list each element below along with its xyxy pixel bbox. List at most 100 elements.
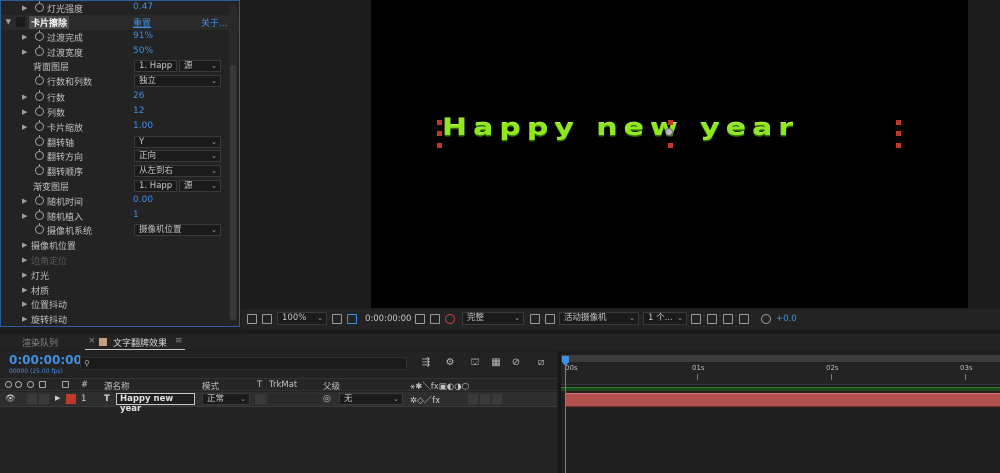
- fx-row-random-seed[interactable]: ▶ 随机植入 1: [1, 209, 227, 224]
- layer-name-field[interactable]: Happy new year: [116, 393, 195, 414]
- fx-row-camera-position[interactable]: ▶ 摄像机位置: [1, 238, 227, 253]
- camera-dropdown[interactable]: 活动摄像机 ⌄: [559, 312, 639, 325]
- fx-value[interactable]: 0.47: [133, 2, 153, 12]
- layer-label-color[interactable]: [66, 394, 76, 404]
- blend-mode-dropdown[interactable]: 正常 ⌄: [202, 393, 250, 405]
- grid-icon[interactable]: [332, 314, 342, 324]
- stopwatch-icon[interactable]: [35, 149, 44, 160]
- fx-row-position-jitter[interactable]: ▶ 位置抖动: [1, 297, 227, 312]
- graph-editor-icon[interactable]: ⧄: [535, 357, 547, 369]
- audio-icon[interactable]: [15, 381, 22, 388]
- twirl-icon[interactable]: ▶: [22, 300, 27, 308]
- gradient-layer-dropdown[interactable]: 1. Happ ⌄: [134, 180, 177, 192]
- fx-row-flip-direction[interactable]: 翻转方向 正向 ⌄: [1, 149, 227, 164]
- fx-row-card-scale[interactable]: ▶ 卡片缩放 1.00: [1, 120, 227, 135]
- fx-value[interactable]: 1.00: [133, 121, 153, 131]
- stopwatch-icon[interactable]: [35, 74, 44, 85]
- column-mode[interactable]: 模式: [202, 380, 219, 392]
- mask-visibility-icon[interactable]: [347, 314, 357, 324]
- layout-icon[interactable]: [691, 314, 701, 324]
- exposure-value[interactable]: +0.0: [776, 313, 797, 325]
- twirl-icon[interactable]: ▶: [22, 271, 27, 279]
- tab-render-queue[interactable]: 渲染队列: [22, 336, 58, 349]
- fx-row-lighting[interactable]: ▶ 灯光: [1, 268, 227, 283]
- transform-handle[interactable]: [437, 120, 442, 125]
- twirl-icon[interactable]: ▶: [22, 315, 27, 323]
- viewer-timecode[interactable]: 0:00:00:00: [365, 313, 411, 325]
- tab-close-icon[interactable]: ×: [88, 336, 96, 346]
- stopwatch-icon[interactable]: [35, 164, 44, 175]
- fx-row-transition-completion[interactable]: ▶ 过渡完成 91%: [1, 30, 227, 45]
- switch-box[interactable]: [492, 394, 502, 404]
- fx-row-flip-axis[interactable]: 翻转轴 Y ⌄: [1, 135, 227, 150]
- twirl-icon[interactable]: ▶: [22, 123, 27, 131]
- fx-value[interactable]: 1: [133, 210, 139, 220]
- fx-row-flip-order[interactable]: 翻转顺序 从左到右 ⌄: [1, 164, 227, 179]
- flip-direction-dropdown[interactable]: 正向 ⌄: [134, 150, 221, 162]
- always-preview-icon[interactable]: [247, 314, 257, 324]
- toggle-3d-icon[interactable]: [707, 314, 717, 324]
- search-input[interactable]: ⚲: [80, 357, 407, 370]
- layer-row[interactable]: 👁 ▶ 1 T Happy new year 正常 ⌄ ◎ 无 ⌄ ✲◇／fx: [0, 392, 557, 414]
- fx-row-rows-and-columns[interactable]: 行数和列数 独立 ⌄: [1, 74, 227, 89]
- switches-icons[interactable]: ⚹✱＼fx▣◐◑⬡: [410, 380, 469, 392]
- reset-link[interactable]: 重置: [133, 16, 151, 29]
- switch-box[interactable]: [468, 394, 478, 404]
- fx-row-random-time[interactable]: ▶ 随机时间 0.00: [1, 194, 227, 209]
- panel-menu-icon[interactable]: ≡: [175, 336, 183, 346]
- stopwatch-icon[interactable]: [35, 194, 44, 205]
- layer-switches-icons[interactable]: ✲◇／fx: [410, 394, 440, 406]
- time-ruler[interactable]: 00s 01s 02s 03s: [561, 363, 1000, 385]
- fx-value[interactable]: 0.00: [133, 195, 153, 205]
- flowchart-icon[interactable]: [723, 314, 733, 324]
- fx-row-corner-pins[interactable]: ▶ 边角定位: [1, 253, 227, 268]
- exposure-icon[interactable]: [761, 314, 771, 324]
- lock-icon[interactable]: [39, 381, 46, 388]
- lock-switch[interactable]: [39, 394, 49, 404]
- motion-blur-icon[interactable]: ⊘: [510, 357, 522, 369]
- fx-scrollbar[interactable]: [229, 5, 237, 321]
- fx-value[interactable]: 50%: [133, 46, 153, 56]
- fx-row-columns[interactable]: ▶ 列数 12: [1, 105, 227, 120]
- frame-blending-icon[interactable]: ▦: [490, 357, 502, 369]
- camera-snapshot-icon[interactable]: [415, 314, 425, 324]
- transparency-grid-icon[interactable]: [545, 314, 555, 324]
- flip-order-dropdown[interactable]: 从左到右 ⌄: [134, 165, 221, 177]
- flip-axis-dropdown[interactable]: Y ⌄: [134, 136, 221, 148]
- eye-icon[interactable]: [5, 381, 12, 388]
- twirl-down-icon[interactable]: ▶: [5, 19, 13, 24]
- monitor-icon[interactable]: [262, 314, 272, 324]
- column-trkmat[interactable]: TrkMat: [269, 380, 297, 390]
- composition-text[interactable]: Happy new year: [442, 114, 799, 141]
- timeline-track-area[interactable]: 00s 01s 02s 03s: [559, 351, 1000, 473]
- reset-exposure-icon[interactable]: [739, 314, 749, 324]
- switch-box[interactable]: [480, 394, 490, 404]
- stopwatch-icon[interactable]: [35, 90, 44, 101]
- fx-row-camera-system[interactable]: 摄像机系统 摄像机位置 ⌄: [1, 223, 227, 238]
- layer-duration-bar[interactable]: [565, 393, 1000, 407]
- transform-handle[interactable]: [668, 120, 673, 125]
- preserve-transparency-switch[interactable]: [255, 394, 266, 404]
- views-dropdown[interactable]: 1 个... ⌄: [643, 312, 687, 325]
- trkmat-dropdown[interactable]: [269, 394, 319, 404]
- label-icon[interactable]: [62, 381, 69, 388]
- fx-toggle-icon[interactable]: [16, 17, 25, 27]
- fx-row-gradient-layer[interactable]: 渐变图层 1. Happ ⌄ 源 ⌄: [1, 179, 227, 194]
- solo-switch[interactable]: [27, 394, 37, 404]
- twirl-icon[interactable]: ▶: [22, 93, 27, 101]
- fx-row-transition-width[interactable]: ▶ 过渡宽度 50%: [1, 45, 227, 60]
- color-channel-icon[interactable]: [445, 314, 455, 324]
- fx-row-material[interactable]: ▶ 材质: [1, 283, 227, 298]
- transform-handle[interactable]: [437, 143, 442, 148]
- region-of-interest-icon[interactable]: [530, 314, 540, 324]
- column-source-name[interactable]: 源名称: [104, 380, 130, 392]
- stopwatch-icon[interactable]: [35, 105, 44, 116]
- twirl-icon[interactable]: ▶: [22, 48, 27, 56]
- anchor-point-icon[interactable]: [665, 128, 673, 136]
- twirl-icon[interactable]: ▶: [22, 241, 27, 249]
- twirl-icon[interactable]: ▶: [22, 286, 27, 294]
- camera-system-dropdown[interactable]: 摄像机位置 ⌄: [134, 224, 221, 236]
- column-number[interactable]: #: [81, 380, 88, 390]
- solo-icon[interactable]: [27, 381, 34, 388]
- about-link[interactable]: 关于...: [201, 16, 228, 29]
